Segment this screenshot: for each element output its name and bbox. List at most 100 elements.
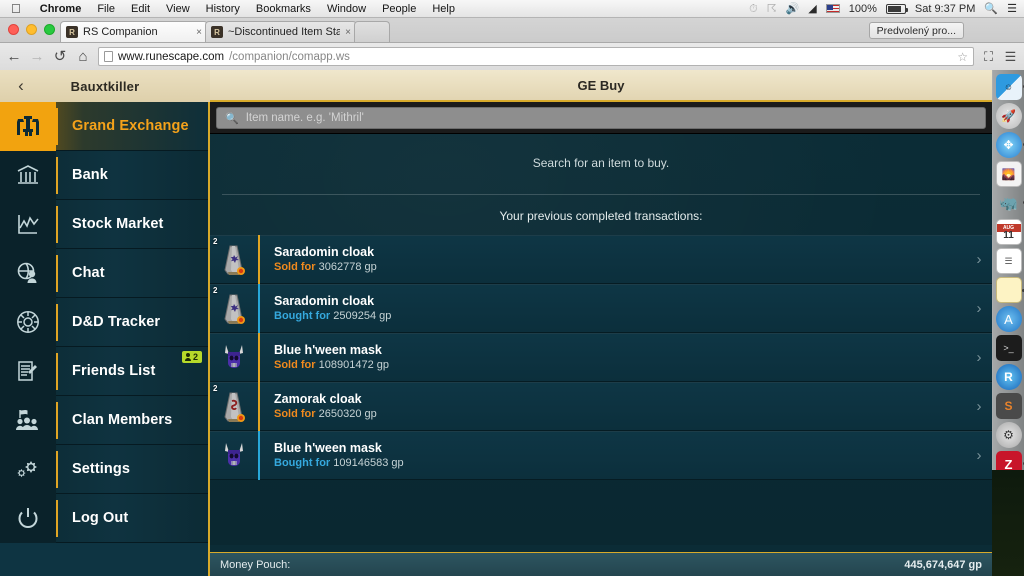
row-chevron-icon[interactable]: › [966, 398, 992, 415]
preview-icon[interactable]: 🌄 [995, 161, 1022, 187]
finder-icon[interactable]: ☺ [995, 74, 1024, 100]
launchpad-icon[interactable]: 🚀 [995, 103, 1022, 129]
volume-icon[interactable]: 🔊 [786, 3, 800, 15]
maximize-window-button[interactable] [44, 24, 55, 35]
row-chevron-icon[interactable]: › [966, 349, 992, 366]
sublime-text-icon[interactable]: S [995, 393, 1022, 419]
row-chevron-icon[interactable]: › [966, 251, 992, 268]
search-bar-container: 🔍 Item name. e.g. 'Mithril' [210, 102, 992, 134]
apple-logo-icon[interactable]:  [0, 2, 32, 15]
dnd-tracker-icon [0, 297, 56, 347]
sidebar-item-grand-exchange[interactable]: Grand Exchange [0, 101, 208, 151]
close-window-button[interactable] [8, 24, 19, 35]
window-traffic-lights [8, 24, 55, 35]
menu-item-chrome[interactable]: Chrome [32, 3, 90, 15]
sidebar-item-settings[interactable]: Settings [0, 444, 208, 494]
search-icon: 🔍 [225, 112, 239, 125]
row-text: Saradomin cloak Bought for 2509254 gp [260, 294, 966, 324]
badge-count: 2 [192, 352, 198, 362]
menu-item-people[interactable]: People [374, 3, 424, 15]
table-row[interactable]: Blue h'ween mask Bought for 109146583 gp… [210, 431, 992, 480]
runescape-icon[interactable]: R [995, 364, 1022, 390]
row-chevron-icon[interactable]: › [966, 300, 992, 317]
bank-icon [0, 150, 56, 200]
battery-icon[interactable] [885, 3, 908, 14]
notes-icon[interactable] [995, 277, 1024, 303]
menu-item-help[interactable]: Help [424, 3, 463, 15]
back-arrow-icon[interactable]: ← [6, 48, 22, 65]
table-row[interactable]: Blue h'ween mask Sold for 108901472 gp › [210, 333, 992, 382]
browser-tab-rs-companion[interactable]: R RS Companion × [60, 21, 208, 42]
menu-item-file[interactable]: File [89, 3, 123, 15]
sidebar-item-label: Clan Members [72, 412, 173, 428]
runescape-favicon: R [211, 26, 223, 38]
reload-icon[interactable]: ↺ [52, 48, 68, 65]
gimp-icon[interactable]: 🦏 [996, 190, 1024, 216]
sidebar-item-chat[interactable]: Chat [0, 248, 208, 298]
system-prefs-icon[interactable]: ⚙ [995, 422, 1022, 448]
address-bar[interactable]: www.runescape.com/companion/comapp.ws ☆ [98, 47, 974, 66]
new-tab-button[interactable] [354, 21, 390, 42]
tab-title: ~Discontinued Item Status [228, 26, 340, 38]
menu-status-area: ⏱ ☈ 🔊 ◢ 100% Sat 9:37 PM 🔍 ☰ [749, 3, 1024, 15]
transactions-scroll-area[interactable]: Search for an item to buy. Your previous… [210, 134, 992, 545]
safari-icon[interactable]: ✥ [995, 132, 1024, 158]
spotlight-search-icon[interactable]: 🔍 [984, 3, 998, 15]
zamorak-cloak-icon: 2 [210, 382, 258, 431]
item-transaction: Sold for 2650320 gp [274, 407, 966, 422]
item-name: Saradomin cloak [274, 244, 375, 259]
item-quantity: 2 [213, 384, 218, 393]
sidebar-item-log-out[interactable]: Log Out [0, 493, 208, 543]
table-row[interactable]: 2 Saradomin cloak Sold for 3062778 gp › [210, 235, 992, 284]
sidebar-item-dnd-tracker[interactable]: D&D Tracker [0, 297, 208, 347]
menu-item-view[interactable]: View [158, 3, 198, 15]
saradomin-cloak-icon: 2 [210, 284, 258, 333]
bluetooth-icon[interactable]: ☈ [767, 3, 777, 15]
sidebar-item-bank[interactable]: Bank [0, 150, 208, 200]
forward-arrow-icon[interactable]: → [29, 48, 45, 65]
wifi-icon[interactable]: ◢ [808, 3, 816, 15]
profile-button[interactable]: Predvolený pro... [868, 22, 964, 39]
app-store-icon[interactable]: A [995, 306, 1022, 332]
back-chevron-icon[interactable]: ‹ [10, 75, 32, 97]
browser-tab-discontinued-item-status[interactable]: R ~Discontinued Item Status × [205, 21, 357, 42]
sidebar-item-stock-market[interactable]: Stock Market [0, 199, 208, 249]
star-bookmark-icon[interactable]: ☆ [957, 50, 968, 64]
table-row[interactable]: 2 Zamorak cloak Sold for 2650320 gp › [210, 382, 992, 431]
transaction-amount: 109146583 gp [333, 456, 404, 469]
battery-percent-label: 100% [848, 2, 877, 15]
close-tab-icon[interactable]: × [196, 27, 202, 38]
sidebar-item-label: Chat [72, 265, 105, 281]
menu-item-history[interactable]: History [198, 3, 248, 15]
item-name: Zamorak cloak [274, 391, 362, 406]
item-transaction: Bought for 109146583 gp [274, 456, 966, 471]
table-row[interactable]: 2 Saradomin cloak Bought for 2509254 gp [210, 284, 992, 333]
menubar-clock[interactable]: Sat 9:37 PM [915, 3, 976, 15]
browser-toolbar: ← → ↺ ⌂ www.runescape.com/companion/coma… [0, 42, 1024, 70]
home-icon[interactable]: ⌂ [75, 48, 91, 65]
cast-icon[interactable]: ⛶ [981, 49, 996, 65]
item-transaction: Bought for 2509254 gp [274, 309, 966, 324]
notification-center-icon[interactable]: ☰ [1007, 3, 1017, 15]
close-tab-icon[interactable]: × [345, 27, 351, 38]
timemachine-icon[interactable]: ⏱ [749, 3, 758, 15]
minimize-window-button[interactable] [26, 24, 37, 35]
stock-market-icon [0, 199, 56, 249]
chrome-menu-icon[interactable]: ☰ [1003, 49, 1018, 65]
url-path: /companion/comapp.ws [229, 50, 350, 63]
transaction-action: Sold for [274, 358, 316, 371]
us-flag-icon[interactable] [825, 4, 840, 13]
row-chevron-icon[interactable]: › [966, 447, 992, 464]
money-pouch-value: 445,674,647 gp [904, 558, 982, 571]
menu-item-edit[interactable]: Edit [123, 3, 158, 15]
search-input[interactable]: 🔍 Item name. e.g. 'Mithril' [216, 107, 986, 129]
menu-item-window[interactable]: Window [319, 3, 374, 15]
menu-item-bookmarks[interactable]: Bookmarks [248, 3, 319, 15]
item-transaction: Sold for 3062778 gp [274, 260, 966, 275]
reminders-icon[interactable]: ☰ [995, 248, 1022, 274]
calendar-icon[interactable]: AUG 11 [995, 219, 1022, 245]
sidebar-item-friends-list[interactable]: Friends List 2 [0, 346, 208, 396]
item-name: Blue h'ween mask [274, 342, 382, 357]
sidebar-item-clan-members[interactable]: Clan Members [0, 395, 208, 445]
terminal-icon[interactable]: >_ [995, 335, 1022, 361]
